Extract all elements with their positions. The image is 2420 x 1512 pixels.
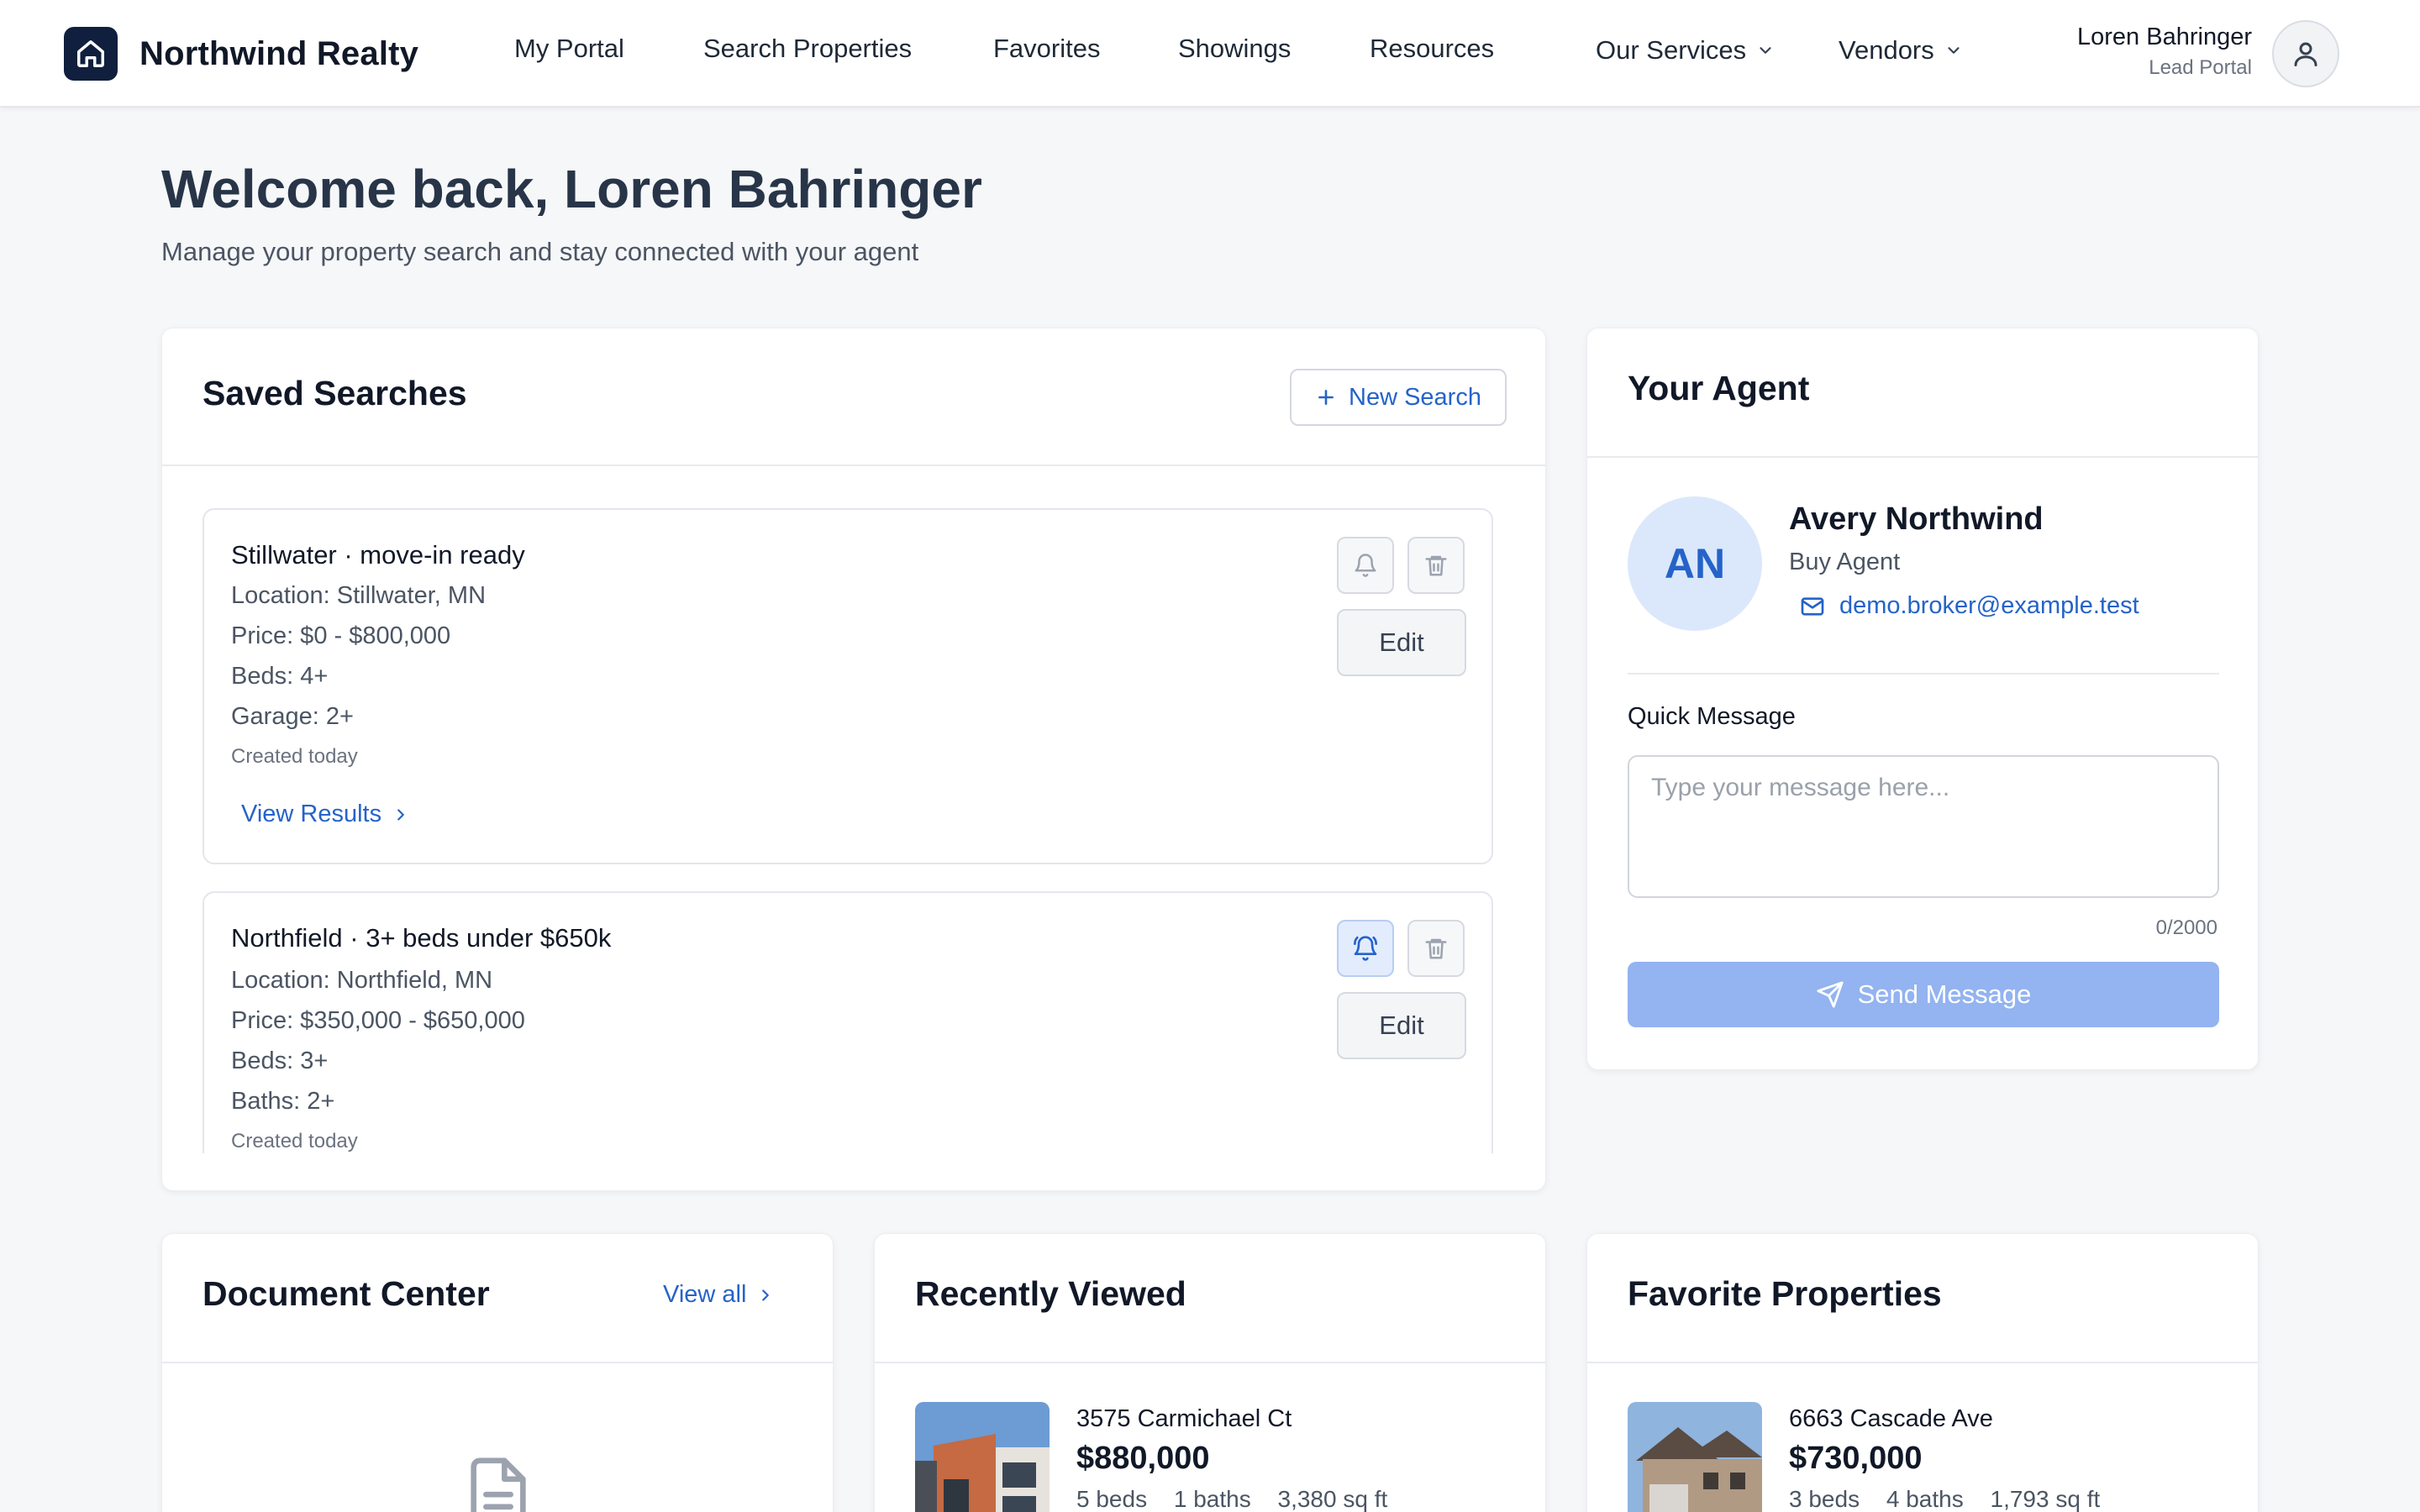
saved-search-price: Price: $0 - $800,000 bbox=[231, 622, 451, 649]
nav-showings[interactable]: Showings bbox=[1178, 34, 1291, 64]
agent-email: demo.broker@example.test bbox=[1839, 592, 2139, 619]
property-details: 3 beds 4 baths 1,793 sq ft bbox=[1789, 1486, 2120, 1512]
property-price: $730,000 bbox=[1789, 1441, 1923, 1476]
mail-icon bbox=[1801, 596, 1824, 616]
property-address: 6663 Cascade Ave bbox=[1789, 1405, 1993, 1432]
delete-search-button[interactable] bbox=[1407, 920, 1465, 977]
property-beds: 3 beds bbox=[1789, 1486, 1860, 1512]
view-all-label: View all bbox=[663, 1281, 747, 1308]
nav-vendors-label: Vendors bbox=[1839, 35, 1934, 65]
saved-search-item: Northfield · 3+ beds under $650k Locatio… bbox=[203, 891, 1493, 1153]
char-counter: 0/2000 bbox=[2155, 916, 2217, 939]
saved-search-location: Location: Northfield, MN bbox=[231, 967, 493, 994]
document-icon bbox=[461, 1454, 535, 1512]
saved-search-baths: Baths: 2+ bbox=[231, 1088, 335, 1115]
saved-search-created: Created today bbox=[231, 1130, 358, 1152]
alert-toggle-button[interactable] bbox=[1337, 537, 1394, 594]
send-icon bbox=[1817, 981, 1844, 1008]
saved-searches-card: Saved Searches New Search Stillwater · m… bbox=[161, 328, 1546, 1191]
user-role: Lead Portal bbox=[2149, 56, 2252, 79]
alert-toggle-button-active[interactable] bbox=[1337, 920, 1394, 977]
saved-search-beds: Beds: 3+ bbox=[231, 1047, 329, 1074]
nav-search-properties[interactable]: Search Properties bbox=[703, 34, 912, 64]
recently-viewed-card: Recently Viewed 3575 Carmichael Ct $880,… bbox=[874, 1233, 1546, 1512]
edit-search-button[interactable]: Edit bbox=[1337, 609, 1466, 676]
property-price: $880,000 bbox=[1076, 1441, 1210, 1476]
quick-message-textarea[interactable] bbox=[1628, 755, 2219, 898]
brand-name: Northwind Realty bbox=[139, 34, 419, 72]
saved-search-name: Stillwater · move-in ready bbox=[231, 540, 525, 570]
view-all-documents-link[interactable]: View all bbox=[663, 1281, 775, 1309]
nav-my-portal[interactable]: My Portal bbox=[514, 34, 624, 64]
divider bbox=[1628, 673, 2219, 675]
view-results-link[interactable]: View Results bbox=[241, 801, 410, 828]
saved-search-created: Created today bbox=[231, 745, 358, 768]
property-details: 5 beds 1 baths 3,380 sq ft bbox=[1076, 1486, 1407, 1512]
document-center-card: Document Center View all bbox=[161, 1233, 834, 1512]
top-navigation-bar: Northwind Realty My Portal Search Proper… bbox=[0, 0, 2420, 108]
property-beds: 5 beds bbox=[1076, 1486, 1148, 1512]
bell-icon bbox=[1355, 554, 1376, 577]
nav-resources[interactable]: Resources bbox=[1370, 34, 1494, 64]
property-photo bbox=[1628, 1402, 1762, 1512]
saved-search-price: Price: $350,000 - $650,000 bbox=[231, 1007, 525, 1034]
nav-our-services-label: Our Services bbox=[1596, 35, 1747, 65]
divider bbox=[875, 1362, 1545, 1363]
new-search-button[interactable]: New Search bbox=[1290, 369, 1507, 426]
agent-card: Your Agent AN Avery Northwind Buy Agent … bbox=[1586, 328, 2259, 1070]
delete-search-button[interactable] bbox=[1407, 537, 1465, 594]
chevron-right-icon bbox=[397, 808, 404, 821]
agent-name: Avery Northwind bbox=[1789, 501, 2044, 537]
divider bbox=[162, 1362, 833, 1363]
saved-search-garage: Garage: 2+ bbox=[231, 703, 354, 730]
page-title: Welcome back, Loren Bahringer bbox=[161, 159, 982, 219]
view-results-label: View Results bbox=[241, 801, 382, 827]
divider bbox=[1587, 456, 2258, 458]
property-baths: 4 baths bbox=[1886, 1486, 1964, 1512]
quick-message-label: Quick Message bbox=[1628, 703, 1796, 730]
recently-viewed-title: Recently Viewed bbox=[915, 1274, 1186, 1313]
saved-search-item: Stillwater · move-in ready Location: Sti… bbox=[203, 508, 1493, 864]
property-baths: 1 baths bbox=[1173, 1486, 1251, 1512]
saved-searches-title: Saved Searches bbox=[203, 374, 467, 412]
agent-role: Buy Agent bbox=[1789, 549, 1901, 575]
agent-card-title: Your Agent bbox=[1628, 369, 1810, 407]
saved-search-location: Location: Stillwater, MN bbox=[231, 582, 487, 609]
saved-searches-list[interactable]: Stillwater · move-in ready Location: Sti… bbox=[162, 466, 1545, 1153]
saved-search-name: Northfield · 3+ beds under $650k bbox=[231, 923, 612, 953]
chevron-down-icon bbox=[1760, 47, 1771, 54]
agent-email-link[interactable]: demo.broker@example.test bbox=[1799, 592, 2139, 620]
property-sqft: 1,793 sq ft bbox=[1990, 1486, 2101, 1512]
plus-icon bbox=[1318, 390, 1334, 405]
favorite-properties-title: Favorite Properties bbox=[1628, 1274, 1942, 1313]
user-icon bbox=[2294, 42, 2317, 66]
document-center-title: Document Center bbox=[203, 1274, 490, 1313]
send-message-label: Send Message bbox=[1857, 979, 2032, 1009]
page-subtitle: Manage your property search and stay con… bbox=[161, 237, 919, 266]
nav-vendors-dropdown[interactable]: Vendors bbox=[1839, 35, 1963, 66]
trash-icon bbox=[1425, 555, 1447, 576]
send-message-button[interactable]: Send Message bbox=[1628, 962, 2219, 1027]
property-photo bbox=[915, 1402, 1050, 1512]
user-avatar[interactable] bbox=[2272, 20, 2339, 87]
property-address: 3575 Carmichael Ct bbox=[1076, 1405, 1292, 1432]
saved-search-beds: Beds: 4+ bbox=[231, 663, 329, 690]
user-name: Loren Bahringer bbox=[2077, 24, 2252, 50]
property-sqft: 3,380 sq ft bbox=[1277, 1486, 1388, 1512]
trash-icon bbox=[1425, 938, 1447, 959]
edit-search-button[interactable]: Edit bbox=[1337, 992, 1466, 1059]
bell-ring-icon bbox=[1354, 936, 1377, 961]
home-logo-icon bbox=[64, 27, 118, 81]
chevron-down-icon bbox=[1948, 47, 1960, 54]
divider bbox=[1587, 1362, 2258, 1363]
agent-avatar: AN bbox=[1628, 496, 1762, 631]
favorite-properties-card: Favorite Properties 6663 Cascade Ave $73… bbox=[1586, 1233, 2259, 1512]
new-search-label: New Search bbox=[1349, 383, 1481, 411]
brand[interactable]: Northwind Realty bbox=[64, 27, 418, 81]
user-info[interactable]: Loren Bahringer Lead Portal bbox=[2077, 24, 2252, 80]
nav-favorites[interactable]: Favorites bbox=[993, 34, 1100, 64]
nav-our-services-dropdown[interactable]: Our Services bbox=[1596, 35, 1775, 66]
chevron-right-icon bbox=[762, 1289, 770, 1301]
